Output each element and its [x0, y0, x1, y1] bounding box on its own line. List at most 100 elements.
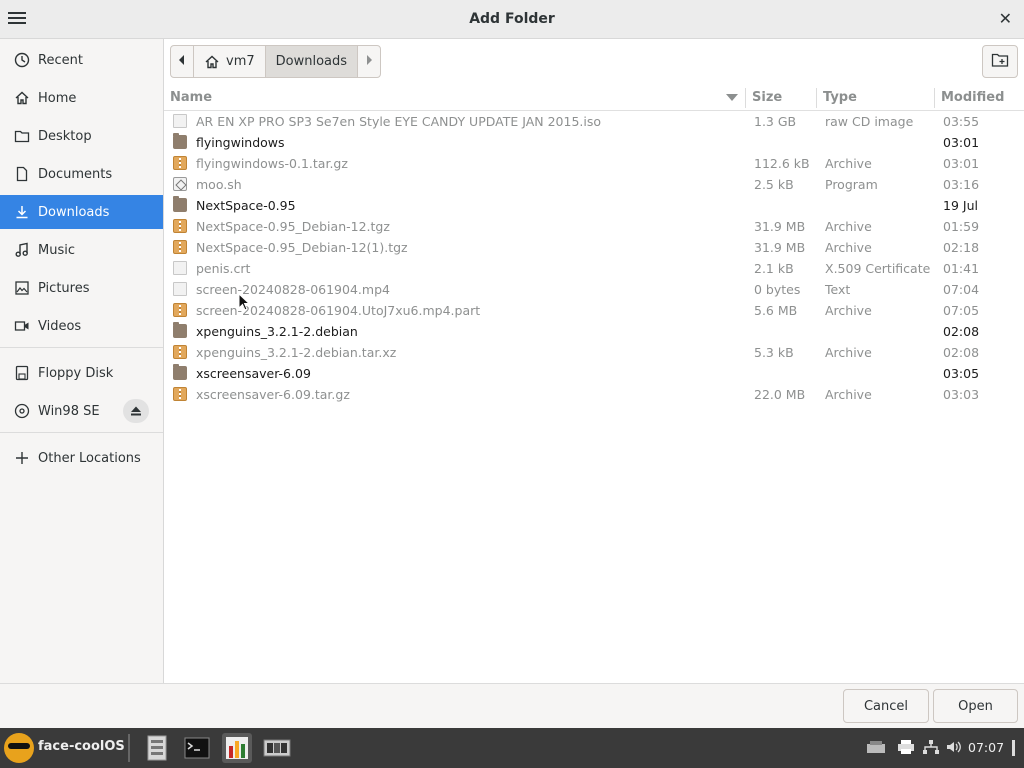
chart-app-icon[interactable] — [222, 733, 252, 763]
file-type: Text — [825, 282, 851, 297]
sidebar-item-downloads[interactable]: Downloads — [0, 195, 163, 229]
file-size: 2.1 kB — [754, 261, 794, 276]
column-name[interactable]: Name — [170, 90, 212, 105]
clock[interactable]: 07:07 — [968, 740, 1004, 755]
cancel-button[interactable]: Cancel — [843, 689, 929, 723]
column-separator[interactable] — [745, 88, 746, 108]
network-tray-icon[interactable] — [922, 739, 940, 755]
sidebar-item-desktop[interactable]: Desktop — [0, 119, 163, 153]
file-row[interactable]: moo.sh 2.5 kB Program 03:16 — [164, 174, 1024, 195]
sidebar-item-videos[interactable]: Videos — [0, 309, 163, 343]
archive-icon — [173, 387, 187, 401]
new-folder-button[interactable] — [982, 45, 1018, 78]
sidebar-divider — [0, 432, 163, 433]
file-manager-app-icon[interactable] — [142, 733, 172, 763]
title-bar: Add Folder ✕ — [0, 0, 1024, 39]
sidebar-item-label: Documents — [38, 166, 113, 182]
sidebar-item-win98-se[interactable]: Win98 SE — [0, 394, 163, 428]
file-modified: 02:08 — [943, 324, 980, 339]
folder-icon — [14, 128, 30, 144]
file-type: Archive — [825, 240, 872, 255]
path-back-button[interactable] — [171, 46, 194, 77]
open-button[interactable]: Open — [933, 689, 1018, 723]
plus-icon — [14, 450, 30, 466]
terminal-app-icon[interactable] — [182, 733, 212, 763]
file-modified: 03:05 — [943, 366, 980, 381]
file-name: NextSpace-0.95_Debian-12(1).tgz — [196, 240, 408, 255]
file-modified: 02:18 — [943, 240, 980, 255]
file-row[interactable]: NextSpace-0.95 19 Jul — [164, 195, 1024, 216]
file-row[interactable]: AR EN XP PRO SP3 Se7en Style EYE CANDY U… — [164, 111, 1024, 132]
os-logo-icon[interactable] — [4, 733, 34, 763]
file-row[interactable]: screen-20240828-061904.mp4 0 bytes Text 07:… — [164, 279, 1024, 300]
archive-icon — [173, 219, 187, 233]
path-segment-home[interactable]: vm7 — [194, 46, 266, 77]
new-folder-icon — [991, 52, 1009, 72]
sidebar-item-home[interactable]: Home — [0, 81, 163, 115]
file-row[interactable]: screen-20240828-061904.UtoJ7xu6.mp4.part… — [164, 300, 1024, 321]
file-type: Archive — [825, 219, 872, 234]
taskbar: face-coolOS 07:07 — [0, 728, 1024, 768]
sidebar-item-documents[interactable]: Documents — [0, 157, 163, 191]
disc-icon — [14, 403, 30, 419]
file-row[interactable]: xscreensaver-6.09 03:05 — [164, 363, 1024, 384]
file-row[interactable]: penis.crt 2.1 kB X.509 Certificate 01:41 — [164, 258, 1024, 279]
column-size[interactable]: Size — [752, 90, 782, 105]
clock-icon — [14, 52, 30, 68]
file-row[interactable]: xpenguins_3.2.1-2.debian.tar.xz 5.3 kB Arc… — [164, 342, 1024, 363]
file-modified: 19 Jul — [943, 198, 978, 213]
file-list-header: Name Size Type Modified — [164, 85, 1024, 111]
column-type[interactable]: Type — [823, 90, 857, 105]
taskbar-divider — [128, 734, 130, 762]
sidebar: Recent Home Desktop Documents Downloads … — [0, 39, 164, 683]
sort-descending-icon — [726, 94, 738, 101]
archive-icon — [173, 345, 187, 359]
path-segment-current[interactable]: Downloads — [265, 46, 359, 77]
close-icon[interactable]: ✕ — [999, 9, 1012, 28]
file-type: raw CD image — [825, 114, 914, 129]
os-name[interactable]: face-coolOS — [38, 739, 125, 754]
file-row[interactable]: xpenguins_3.2.1-2.debian 02:08 — [164, 321, 1024, 342]
sidebar-item-other-locations[interactable]: Other Locations — [0, 441, 163, 475]
file-row[interactable]: NextSpace-0.95_Debian-12.tgz 31.9 MB Archi… — [164, 216, 1024, 237]
file-modified: 02:08 — [943, 345, 980, 360]
sidebar-item-label: Recent — [38, 52, 83, 68]
sidebar-item-pictures[interactable]: Pictures — [0, 271, 163, 305]
file-modified: 03:01 — [943, 135, 980, 150]
script-icon — [173, 177, 187, 191]
file-icon — [173, 114, 187, 128]
file-name: xpenguins_3.2.1-2.debian.tar.xz — [196, 345, 397, 360]
sidebar-item-recent[interactable]: Recent — [0, 43, 163, 77]
file-type: Archive — [825, 387, 872, 402]
column-modified[interactable]: Modified — [941, 90, 1004, 105]
display-settings-app-icon[interactable] — [262, 733, 292, 763]
column-separator[interactable] — [816, 88, 817, 108]
mouse-cursor-icon — [238, 293, 250, 311]
file-modified: 03:01 — [943, 156, 980, 171]
file-row[interactable]: NextSpace-0.95_Debian-12(1).tgz 31.9 MB Ar… — [164, 237, 1024, 258]
file-name: penis.crt — [196, 261, 251, 276]
sidebar-item-music[interactable]: Music — [0, 233, 163, 267]
file-row[interactable]: xscreensaver-6.09.tar.gz 22.0 MB Archive 03… — [164, 384, 1024, 405]
archive-icon — [173, 156, 187, 170]
file-type: X.509 Certificate — [825, 261, 931, 276]
file-row[interactable]: flyingwindows 03:01 — [164, 132, 1024, 153]
eject-icon[interactable] — [123, 399, 149, 423]
sidebar-divider — [0, 347, 163, 348]
file-size: 31.9 MB — [754, 240, 806, 255]
column-separator[interactable] — [934, 88, 935, 108]
archive-icon — [173, 240, 187, 254]
path-forward-button[interactable] — [358, 46, 380, 77]
file-size: 2.5 kB — [754, 177, 794, 192]
sidebar-item-label: Home — [38, 90, 77, 106]
scanner-tray-icon[interactable] — [866, 739, 885, 755]
file-size: 22.0 MB — [754, 387, 806, 402]
file-size: 5.3 kB — [754, 345, 794, 360]
file-row[interactable]: flyingwindows-0.1.tar.gz 112.6 kB Archive 0… — [164, 153, 1024, 174]
power-icon[interactable] — [1012, 740, 1015, 756]
sidebar-item-floppy-disk[interactable]: Floppy Disk — [0, 356, 163, 390]
printer-tray-icon[interactable] — [897, 739, 915, 755]
file-size: 1.3 GB — [754, 114, 797, 129]
file-name: flyingwindows — [196, 135, 285, 150]
volume-tray-icon[interactable] — [945, 739, 963, 755]
